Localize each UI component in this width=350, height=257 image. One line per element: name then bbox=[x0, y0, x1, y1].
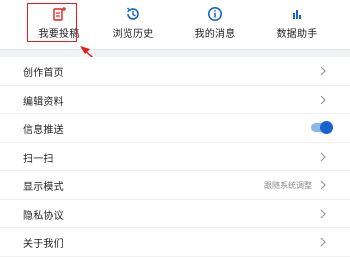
settings-list: 创作首页 编辑资料 信息推送 扫一扫 显示模式 跟随系统调整 隐私协议 关于我们 bbox=[0, 57, 350, 257]
menu-item-label: 创作首页 bbox=[23, 68, 64, 79]
menu-item-label: 扫一扫 bbox=[23, 153, 54, 165]
menu-item-edit-profile[interactable]: 编辑资料 bbox=[0, 86, 350, 114]
menu-item-label: 隐私协议 bbox=[23, 210, 64, 222]
menu-item-privacy-policy[interactable]: 隐私协议 bbox=[0, 200, 350, 228]
toggle-knob bbox=[320, 121, 333, 134]
menu-item-display-mode[interactable]: 显示模式 跟随系统调整 bbox=[0, 171, 350, 200]
menu-item-label: 编辑资料 bbox=[23, 96, 64, 108]
menu-item-label: 关于我们 bbox=[23, 239, 64, 250]
chevron-right-icon bbox=[320, 209, 326, 218]
display-mode-value: 跟随系统调整 bbox=[264, 181, 312, 190]
menu-item-scan[interactable]: 扫一扫 bbox=[0, 143, 350, 171]
chevron-right-icon bbox=[320, 180, 326, 190]
push-notification-toggle[interactable] bbox=[311, 121, 333, 134]
chevron-right-icon bbox=[320, 152, 326, 161]
chevron-right-icon bbox=[320, 237, 326, 247]
menu-item-about-us[interactable]: 关于我们 bbox=[0, 228, 350, 257]
menu-item-push-notifications: 信息推送 bbox=[0, 114, 350, 143]
chevron-right-icon bbox=[320, 66, 326, 76]
chevron-right-icon bbox=[320, 95, 326, 104]
menu-item-label: 显示模式 bbox=[23, 182, 64, 193]
menu-item-label: 信息推送 bbox=[23, 125, 64, 136]
menu-item-creation-home[interactable]: 创作首页 bbox=[0, 57, 350, 86]
